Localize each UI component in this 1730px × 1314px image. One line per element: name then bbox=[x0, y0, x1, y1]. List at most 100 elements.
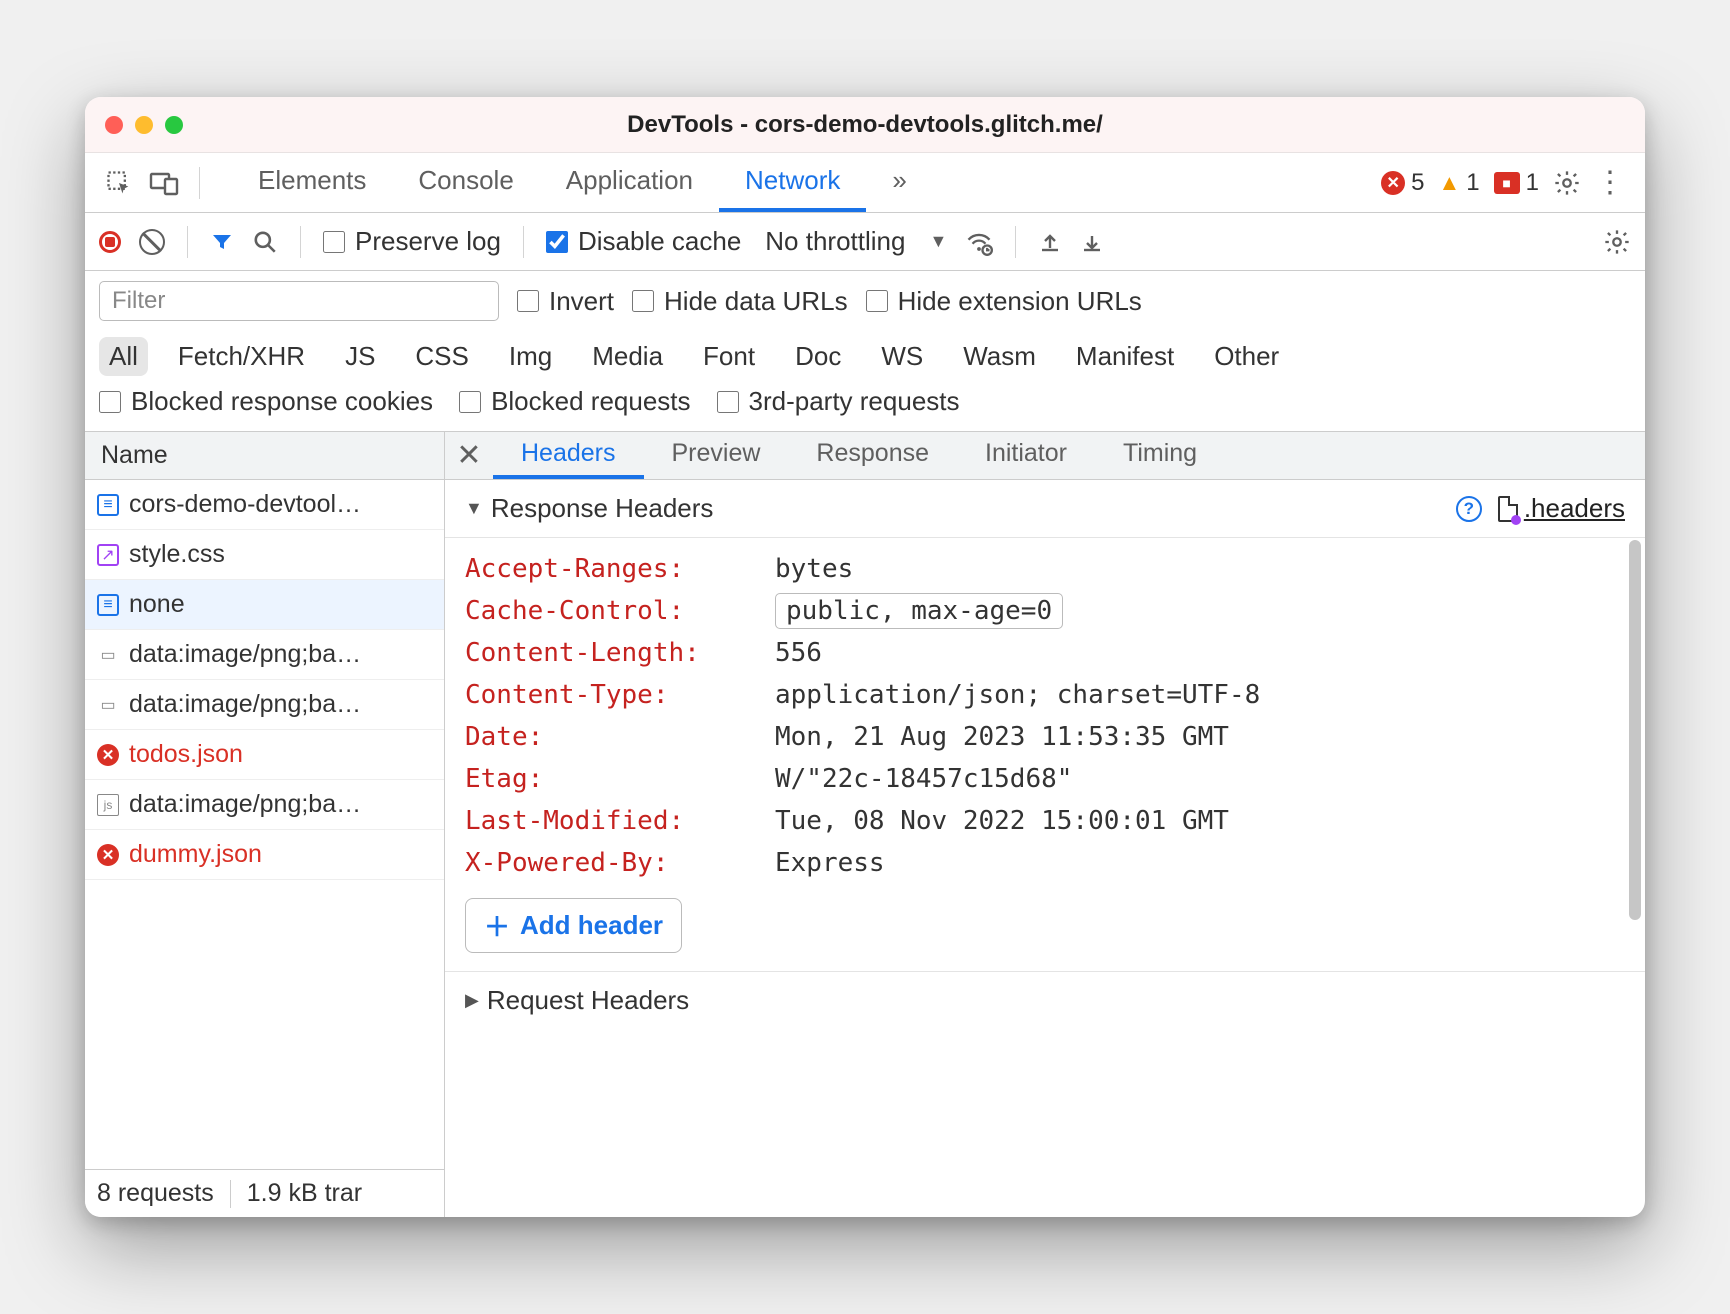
header-value: application/json; charset=UTF-8 bbox=[775, 680, 1260, 710]
network-conditions-icon[interactable] bbox=[965, 228, 993, 256]
header-value: Express bbox=[775, 848, 885, 878]
request-row[interactable]: ▭data:image/png;ba… bbox=[85, 680, 444, 730]
request-row[interactable]: ↗ style.css bbox=[85, 530, 444, 580]
type-wasm[interactable]: Wasm bbox=[953, 337, 1046, 376]
request-name: style.css bbox=[129, 540, 225, 569]
add-header-button[interactable]: ＋Add header bbox=[465, 898, 682, 953]
tab-application[interactable]: Application bbox=[540, 153, 719, 212]
tab-initiator[interactable]: Initiator bbox=[957, 432, 1095, 479]
request-row[interactable]: ✕dummy.json bbox=[85, 830, 444, 880]
request-row[interactable]: js data:image/png;ba… bbox=[85, 780, 444, 830]
header-row: X-Powered-By:Express bbox=[465, 842, 1625, 884]
type-all[interactable]: All bbox=[99, 337, 148, 376]
type-doc[interactable]: Doc bbox=[785, 337, 851, 376]
tabs-overflow[interactable]: » bbox=[866, 153, 932, 212]
invert-checkbox[interactable]: Invert bbox=[517, 286, 614, 317]
thirdparty-checkbox[interactable]: 3rd-party requests bbox=[717, 386, 960, 417]
type-font[interactable]: Font bbox=[693, 337, 765, 376]
type-js[interactable]: JS bbox=[335, 337, 385, 376]
record-button[interactable] bbox=[99, 231, 121, 253]
header-row: Last-Modified:Tue, 08 Nov 2022 15:00:01 … bbox=[465, 800, 1625, 842]
tab-elements[interactable]: Elements bbox=[232, 153, 392, 212]
disable-cache-checkbox[interactable]: Disable cache bbox=[546, 226, 741, 257]
inspect-icon[interactable] bbox=[105, 169, 133, 197]
header-value[interactable]: public, max-age=0 bbox=[775, 593, 1063, 629]
blocked-row: Blocked response cookies Blocked request… bbox=[85, 386, 1645, 432]
more-icon[interactable]: ⋮ bbox=[1595, 165, 1625, 200]
type-fetch[interactable]: Fetch/XHR bbox=[168, 337, 315, 376]
blocked-requests-checkbox[interactable]: Blocked requests bbox=[459, 386, 690, 417]
type-img[interactable]: Img bbox=[499, 337, 562, 376]
device-icon[interactable] bbox=[149, 170, 179, 196]
header-key: Cache-Control: bbox=[465, 596, 775, 626]
request-row[interactable]: ≡cors-demo-devtool… bbox=[85, 480, 444, 530]
request-name: none bbox=[129, 590, 185, 619]
minimize-icon[interactable] bbox=[135, 116, 153, 134]
blocked-cookies-checkbox[interactable]: Blocked response cookies bbox=[99, 386, 433, 417]
request-name: dummy.json bbox=[129, 840, 262, 869]
header-key: Accept-Ranges: bbox=[465, 554, 775, 584]
header-row: Cache-Control:public, max-age=0 bbox=[465, 590, 1625, 632]
fullscreen-icon[interactable] bbox=[165, 116, 183, 134]
upload-har-icon[interactable] bbox=[1038, 229, 1062, 255]
throttling-select[interactable]: No throttling bbox=[759, 226, 911, 257]
request-type-row: All Fetch/XHR JS CSS Img Media Font Doc … bbox=[85, 331, 1645, 386]
search-icon[interactable] bbox=[252, 229, 278, 255]
preserve-log-checkbox[interactable]: Preserve log bbox=[323, 226, 501, 257]
header-row: Content-Type:application/json; charset=U… bbox=[465, 674, 1625, 716]
header-key: Date: bbox=[465, 722, 775, 752]
hide-data-checkbox[interactable]: Hide data URLs bbox=[632, 286, 848, 317]
filter-icon[interactable] bbox=[210, 230, 234, 254]
header-value: bytes bbox=[775, 554, 853, 584]
type-media[interactable]: Media bbox=[582, 337, 673, 376]
request-row[interactable]: ≡none bbox=[85, 580, 444, 630]
script-icon: js bbox=[97, 794, 119, 816]
tab-console[interactable]: Console bbox=[392, 153, 539, 212]
request-headers-section: ▶ Request Headers bbox=[445, 971, 1645, 1029]
chevron-down-icon[interactable]: ▼ bbox=[929, 231, 947, 252]
filter-row: Filter Invert Hide data URLs Hide extens… bbox=[85, 271, 1645, 331]
tab-network[interactable]: Network bbox=[719, 153, 866, 212]
network-settings-icon[interactable] bbox=[1603, 228, 1631, 256]
type-css[interactable]: CSS bbox=[405, 337, 478, 376]
help-icon[interactable]: ? bbox=[1456, 496, 1482, 522]
response-headers-title[interactable]: ▼ Response Headers ? .headers bbox=[445, 480, 1645, 538]
header-key: Content-Type: bbox=[465, 680, 775, 710]
request-name: data:image/png;ba… bbox=[129, 790, 361, 819]
network-toolbar: Preserve log Disable cache No throttling… bbox=[85, 213, 1645, 271]
tab-preview[interactable]: Preview bbox=[644, 432, 789, 479]
scrollbar[interactable] bbox=[1629, 540, 1641, 920]
header-value: 556 bbox=[775, 638, 822, 668]
request-row[interactable]: ▭data:image/png;ba… bbox=[85, 630, 444, 680]
request-row[interactable]: ✕todos.json bbox=[85, 730, 444, 780]
request-name: data:image/png;ba… bbox=[129, 640, 361, 669]
request-name: cors-demo-devtool… bbox=[129, 490, 361, 519]
type-manifest[interactable]: Manifest bbox=[1066, 337, 1184, 376]
clear-button[interactable] bbox=[139, 229, 165, 255]
header-key: X-Powered-By: bbox=[465, 848, 775, 878]
close-detail-icon[interactable]: ✕ bbox=[445, 438, 493, 473]
request-headers-title[interactable]: ▶ Request Headers bbox=[445, 971, 1645, 1029]
stylesheet-icon: ↗ bbox=[97, 544, 119, 566]
status-requests: 8 requests bbox=[97, 1179, 214, 1208]
tab-timing[interactable]: Timing bbox=[1095, 432, 1225, 479]
settings-icon[interactable] bbox=[1553, 169, 1581, 197]
warning-count[interactable]: ▲ 1 bbox=[1439, 169, 1480, 197]
header-key: Etag: bbox=[465, 764, 775, 794]
detail-tabs: ✕ Headers Preview Response Initiator Tim… bbox=[445, 432, 1645, 480]
download-har-icon[interactable] bbox=[1080, 229, 1104, 255]
issues-count[interactable]: ■ 1 bbox=[1494, 169, 1539, 197]
filter-input[interactable]: Filter bbox=[99, 281, 499, 321]
error-count[interactable]: ✕ 5 bbox=[1381, 169, 1424, 197]
close-icon[interactable] bbox=[105, 116, 123, 134]
tab-headers[interactable]: Headers bbox=[493, 432, 644, 479]
hide-ext-checkbox[interactable]: Hide extension URLs bbox=[866, 286, 1142, 317]
tab-response[interactable]: Response bbox=[788, 432, 957, 479]
override-file-link[interactable]: .headers bbox=[1498, 493, 1625, 524]
column-name[interactable]: Name bbox=[85, 432, 444, 480]
type-ws[interactable]: WS bbox=[871, 337, 933, 376]
detail-panel: ✕ Headers Preview Response Initiator Tim… bbox=[445, 432, 1645, 1217]
type-other[interactable]: Other bbox=[1204, 337, 1289, 376]
panel-tabs: Elements Console Application Network » bbox=[232, 153, 933, 212]
header-row: Etag:W/"22c-18457c15d68" bbox=[465, 758, 1625, 800]
